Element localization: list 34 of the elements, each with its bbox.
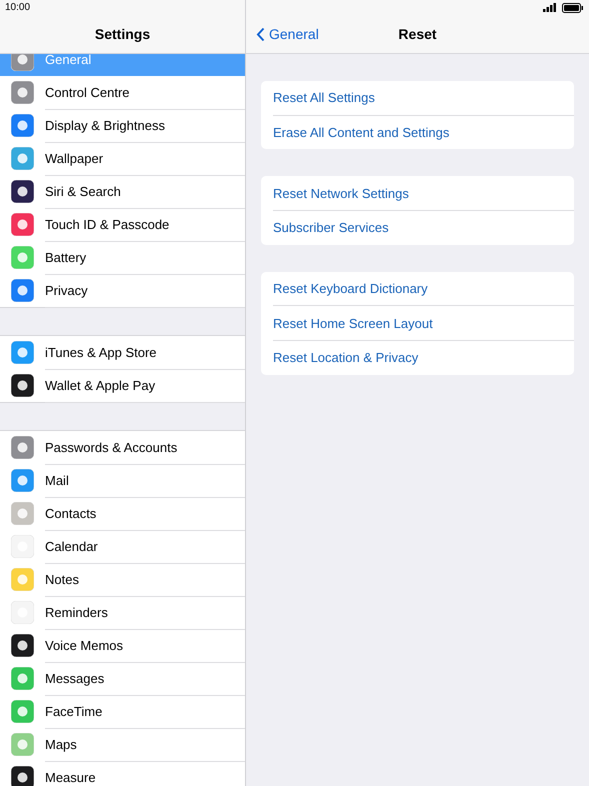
app-icon	[11, 469, 34, 492]
app-icon	[11, 766, 34, 786]
reset-option[interactable]: Subscriber Services	[273, 211, 574, 245]
app-icon	[11, 667, 34, 690]
reset-option[interactable]: Erase All Content and Settings	[273, 116, 574, 150]
app-icon	[11, 436, 34, 459]
signal-icon	[543, 3, 557, 12]
status-time: 10:00	[5, 2, 30, 13]
app-icon	[11, 700, 34, 723]
app-icon	[11, 733, 34, 756]
back-button[interactable]: General	[256, 26, 319, 42]
reset-option[interactable]: Reset Keyboard Dictionary	[273, 272, 574, 306]
app-icon	[11, 601, 34, 624]
app-icon	[11, 246, 34, 269]
sidebar-title: Settings	[94, 26, 150, 42]
app-icon	[11, 147, 34, 170]
page-title: Reset	[398, 26, 437, 42]
reset-option[interactable]: Reset Location & Privacy	[273, 341, 574, 375]
app-icon	[11, 279, 34, 302]
reset-option[interactable]: Reset Home Screen Layout	[273, 306, 574, 342]
app-icon	[11, 81, 34, 104]
app-icon	[11, 374, 34, 397]
reset-option[interactable]: Reset All Settings	[273, 81, 574, 116]
app-icon	[11, 114, 34, 137]
app-icon	[11, 502, 34, 525]
app-icon	[11, 180, 34, 203]
app-icon	[11, 568, 34, 591]
app-icon	[11, 634, 34, 657]
app-icon	[11, 213, 34, 236]
app-icon	[11, 535, 34, 558]
chevron-left-icon	[256, 26, 265, 42]
battery-icon	[562, 2, 584, 12]
reset-option[interactable]: Reset Network Settings	[273, 176, 574, 212]
app-icon	[11, 341, 34, 364]
